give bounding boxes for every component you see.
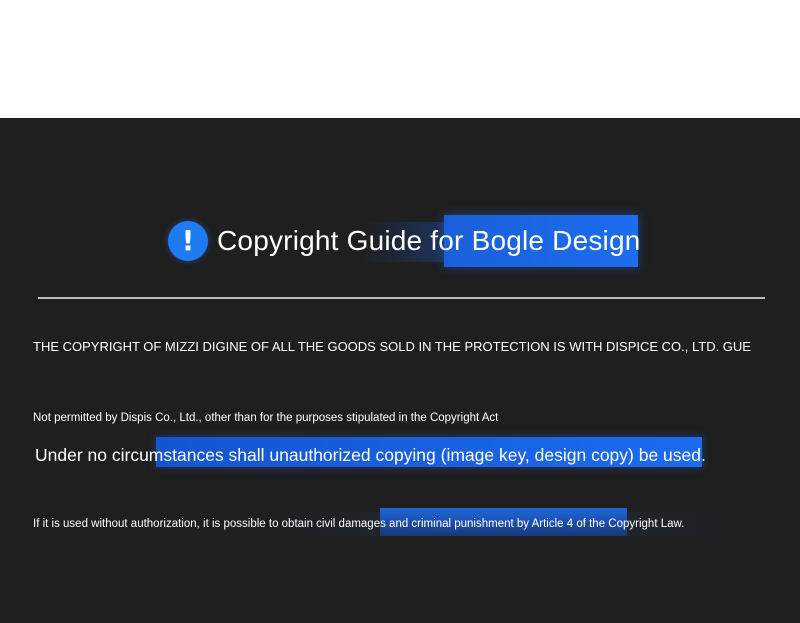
copyright-ownership-text: THE COPYRIGHT OF MIZZI DIGINE OF ALL THE… xyxy=(33,339,751,354)
unauthorized-copy-warning: Under no circumstances shall unauthorize… xyxy=(35,445,706,465)
title-row: ! Copyright Guide for Bogle Design xyxy=(168,215,641,267)
exclamation-icon: ! xyxy=(168,221,208,261)
page-title: Copyright Guide for Bogle Design xyxy=(217,225,641,256)
permission-notice-text: Not permitted by Dispis Co., Ltd., other… xyxy=(33,412,499,424)
top-blank-area xyxy=(0,0,800,118)
divider xyxy=(38,297,765,299)
copyright-panel xyxy=(0,118,800,623)
penalty-notice-text: If it is used without authorization, it … xyxy=(33,518,685,530)
